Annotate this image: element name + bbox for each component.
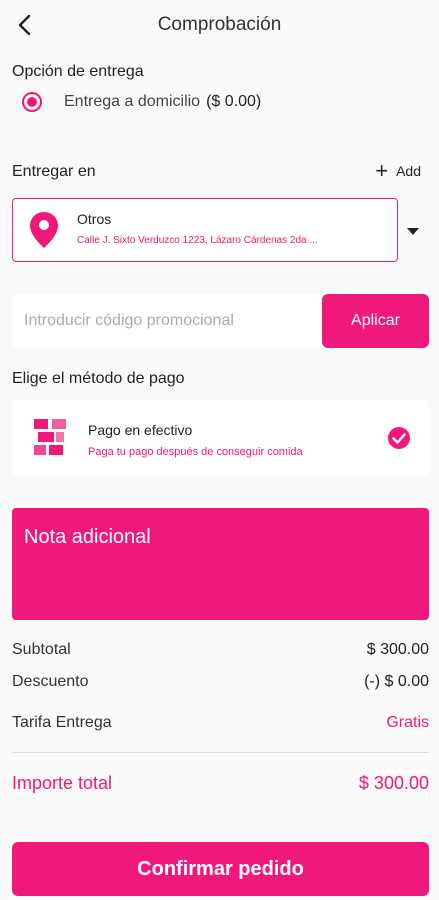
payment-method-subtitle: Paga tu pago después de conseguir comida [88,446,303,458]
add-address-label: Add [396,163,421,179]
payment-method-card[interactable]: Pago en efectivo Paga tu pago después de… [12,400,429,476]
total-row: Importe total $ 300.00 [12,773,429,794]
discount-label: Descuento [12,673,89,690]
deliver-to-label: Entregar en [12,163,96,180]
add-address-button[interactable]: + Add [375,158,421,183]
delivery-option-label: Opción de entrega [12,63,144,80]
address-line: Calle J. Sixto Verduzco 1223, Lázaro Cár… [77,235,318,246]
caret-down-icon[interactable] [405,226,421,236]
subtotal-row: Subtotal $ 300.00 [12,641,429,659]
discount-value: (-) $ 0.00 [364,673,429,690]
summary-divider [12,752,429,753]
additional-note-field[interactable]: Nota adicional [12,508,429,620]
check-circle-icon [388,427,410,449]
app-header: Comprobación [0,0,439,52]
delivery-option-price: ($ 0.00) [206,93,262,110]
payment-method-title: Pago en efectivo [88,422,193,438]
total-value: $ 300.00 [358,773,429,793]
apply-promo-button[interactable]: Aplicar [322,294,429,348]
payment-method-label: Elige el método de pago [12,370,185,387]
delivery-fee-value: Gratis [386,714,429,731]
delivery-option-text: Entrega a domicilio [64,93,201,110]
radio-selected-icon[interactable] [22,92,42,112]
confirm-order-button[interactable]: Confirmar pedido [12,842,429,896]
address-title: Otros [77,211,112,227]
delivery-fee-label: Tarifa Entrega [12,714,112,731]
plus-icon: + [375,158,389,183]
total-label: Importe total [12,773,113,793]
location-pin-icon [30,212,58,248]
discount-row: Descuento (-) $ 0.00 [12,673,429,691]
page-title: Comprobación [157,14,282,35]
subtotal-value: $ 300.00 [366,641,429,658]
cash-icon [34,419,66,455]
delivery-fee-row: Tarifa Entrega Gratis [12,714,429,732]
address-card[interactable]: Otros Calle J. Sixto Verduzco 1223, Láza… [12,198,398,262]
subtotal-label: Subtotal [12,641,71,658]
promo-code-input[interactable] [12,294,322,348]
promo-code-group: Aplicar [12,294,429,348]
additional-note-placeholder: Nota adicional [24,526,151,548]
delivery-option-radio[interactable]: Entrega a domicilio ($ 0.00) [22,92,261,112]
